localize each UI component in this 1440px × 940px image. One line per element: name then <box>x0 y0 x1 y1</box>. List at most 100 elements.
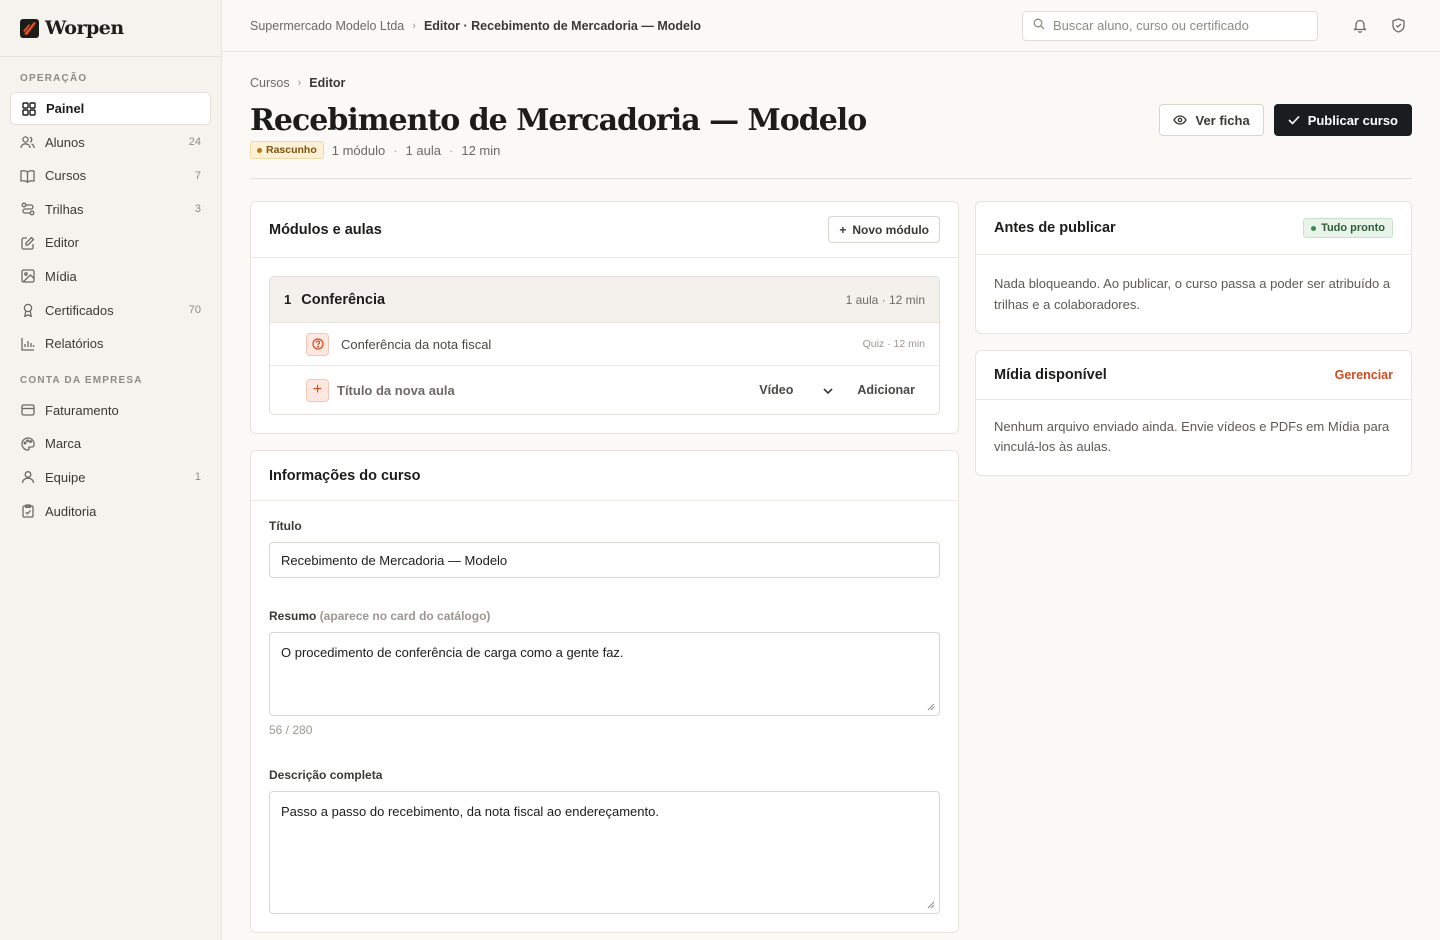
sidebar-item-label: Marca <box>45 436 82 452</box>
summary-field-label: Resumo (aparece no card do catálogo) <box>269 609 940 623</box>
sidebar-item-certificados[interactable]: Certificados 70 <box>10 294 211 327</box>
lesson-type-value: Vídeo <box>759 383 794 397</box>
users-icon <box>20 135 35 150</box>
sidebar-item-painel[interactable]: Painel <box>10 92 211 125</box>
ready-dot-icon <box>1311 225 1317 231</box>
bell-icon[interactable] <box>1346 12 1374 40</box>
shield-icon[interactable] <box>1384 12 1412 40</box>
ready-badge: Tudo pronto <box>1303 218 1393 238</box>
award-icon <box>20 303 35 318</box>
module-name: Conferência <box>301 291 386 308</box>
description-field[interactable]: Passo a passo do recebimento, da nota fi… <box>269 791 940 914</box>
sidebar-item-label: Faturamento <box>45 402 119 418</box>
summary-counter: 56 / 280 <box>269 723 313 737</box>
sidebar-item-alunos[interactable]: Alunos 24 <box>10 126 211 159</box>
section-label-conta: CONTA DA EMPRESA <box>20 374 143 386</box>
module-header[interactable]: 1 Conferência 1 aula · 12 min <box>270 277 939 323</box>
breadcrumb-cursos[interactable]: Cursos <box>250 76 290 90</box>
summary-field[interactable]: O procedimento de conferência de carga c… <box>269 632 940 716</box>
lesson-name: Conferência da nota fiscal <box>341 336 492 352</box>
media-card-title: Mídia disponível <box>994 367 1107 383</box>
brand[interactable]: Worpen <box>0 0 221 57</box>
new-lesson-row: + Vídeo Adicionar <box>270 366 939 414</box>
sidebar-item-midia[interactable]: Mídia <box>10 260 211 293</box>
sidebar-item-count: 7 <box>194 169 201 182</box>
summary-hint: (aparece no card do catálogo) <box>319 609 491 623</box>
breadcrumb-editor: Editor <box>309 76 346 90</box>
media-card: Mídia disponível Gerenciar Nenhum arquiv… <box>975 350 1412 476</box>
publish-check-title: Antes de publicar <box>994 220 1116 236</box>
chart-icon <box>20 336 35 351</box>
lesson-type-select[interactable]: Vídeo <box>759 383 833 397</box>
module-meta: 1 aula · 12 min <box>845 292 925 307</box>
sidebar-item-faturamento[interactable]: Faturamento <box>10 394 211 427</box>
sidebar-item-marca[interactable]: Marca <box>10 427 211 460</box>
sidebar-item-label: Trilhas <box>45 201 84 217</box>
status-label: Rascunho <box>266 144 317 156</box>
plus-icon: + <box>839 222 847 237</box>
publish-course-button[interactable]: Publicar curso <box>1273 104 1412 136</box>
module-block: 1 Conferência 1 aula · 12 min Conferênci… <box>269 276 940 415</box>
check-icon <box>1288 113 1300 128</box>
sidebar-item-editor[interactable]: Editor <box>10 226 211 259</box>
breadcrumb-company[interactable]: Supermercado Modelo Ltda <box>250 19 404 33</box>
clipboard-icon <box>20 504 35 519</box>
chevron-right-icon: › <box>412 19 416 32</box>
lesson-meta: Quiz · 12 min <box>862 338 925 350</box>
sidebar-item-label: Relatórios <box>45 336 104 352</box>
sidebar-item-auditoria[interactable]: Auditoria <box>10 495 211 528</box>
new-lesson-title-input[interactable] <box>337 382 760 398</box>
content: Cursos › Editor Recebimento de Mercadori… <box>222 52 1440 940</box>
view-sheet-button[interactable]: Ver ficha <box>1159 104 1264 136</box>
meta-separator: · <box>449 142 454 158</box>
sidebar-item-label: Editor <box>45 235 79 251</box>
search-box[interactable] <box>1022 10 1318 41</box>
chevron-down-icon <box>823 383 833 397</box>
resize-handle-icon[interactable] <box>927 703 935 711</box>
main-area: Supermercado Modelo Ltda › Editor · Rece… <box>222 0 1440 940</box>
course-info-card: Informações do curso Título Recebimento … <box>250 450 959 933</box>
search-input[interactable] <box>1053 18 1303 33</box>
sidebar-item-equipe[interactable]: Equipe 1 <box>10 461 211 494</box>
resize-handle-icon[interactable] <box>927 901 935 909</box>
section-label-operacao: OPERAÇÃO <box>20 73 88 84</box>
sidebar-item-label: Mídia <box>45 268 77 284</box>
meta-duration: 12 min <box>461 142 501 158</box>
publish-check-card: Antes de publicar Tudo pronto Nada bloqu… <box>975 201 1412 334</box>
view-sheet-label: Ver ficha <box>1195 112 1250 128</box>
modules-card: Módulos e aulas + Novo módulo 1 Conferên… <box>250 201 959 434</box>
breadcrumb-current: Editor · Recebimento de Mercadoria — Mod… <box>423 18 702 33</box>
title-field[interactable]: Recebimento de Mercadoria — Modelo <box>269 542 940 578</box>
description-value: Passo a passo do recebimento, da nota fi… <box>281 804 659 819</box>
topbar: Supermercado Modelo Ltda › Editor · Rece… <box>222 0 1440 52</box>
sidebar-item-label: Auditoria <box>45 503 97 519</box>
sidebar-item-cursos[interactable]: Cursos 7 <box>10 159 211 192</box>
sidebar-item-label: Equipe <box>45 469 86 485</box>
ready-label: Tudo pronto <box>1321 222 1385 234</box>
book-icon <box>20 168 35 183</box>
meta-modules: 1 módulo <box>331 142 386 158</box>
sidebar: Worpen OPERAÇÃO Painel Alunos 24 Cursos … <box>0 0 222 940</box>
search-icon <box>1033 18 1045 33</box>
top-breadcrumb: Supermercado Modelo Ltda › Editor · Rece… <box>250 19 1022 33</box>
worpen-logo-icon <box>20 18 39 38</box>
sidebar-item-label: Certificados <box>45 302 114 318</box>
new-module-button[interactable]: + Novo módulo <box>828 216 940 243</box>
course-info-title: Informações do curso <box>269 467 421 484</box>
description-field-label: Descrição completa <box>269 768 383 782</box>
sidebar-item-count: 70 <box>188 304 201 317</box>
sidebar-item-trilhas[interactable]: Trilhas 3 <box>10 193 211 226</box>
brand-name: Worpen <box>45 17 124 39</box>
sidebar-item-label: Alunos <box>45 134 85 150</box>
edit-icon <box>20 235 35 250</box>
manage-media-link[interactable]: Gerenciar <box>1335 368 1393 382</box>
status-badge: Rascunho <box>250 141 324 159</box>
media-card-body: Nenhum arquivo enviado ainda. Envie víde… <box>994 419 1390 454</box>
add-lesson-button[interactable]: Adicionar <box>857 383 915 397</box>
route-icon <box>20 202 35 217</box>
lesson-row[interactable]: Conferência da nota fiscal Quiz · 12 min <box>270 323 939 366</box>
sidebar-item-relatorios[interactable]: Relatórios <box>10 327 211 360</box>
meta-lessons: 1 aula <box>405 142 442 158</box>
summary-label-text: Resumo <box>269 609 317 623</box>
grid-icon <box>21 101 36 116</box>
